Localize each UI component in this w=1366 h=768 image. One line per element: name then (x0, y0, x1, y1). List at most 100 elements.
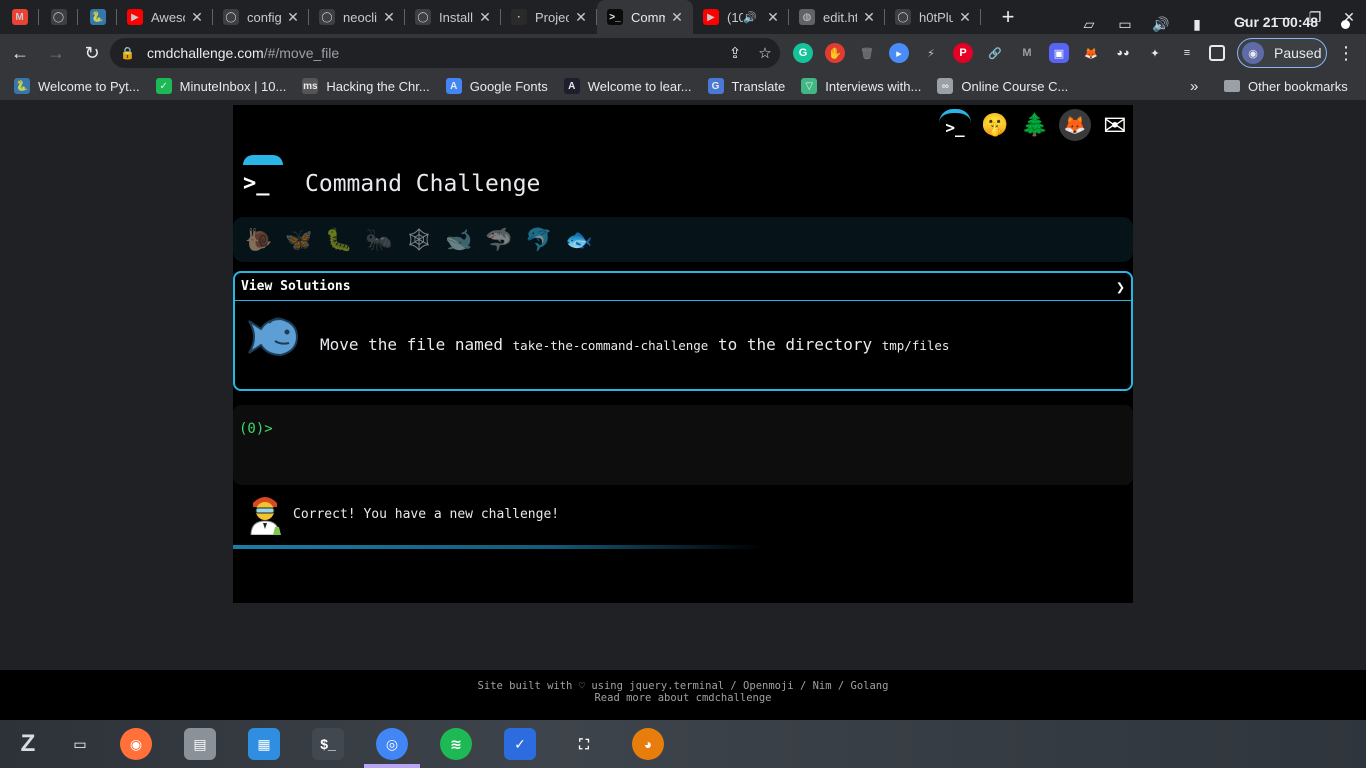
spotify-icon[interactable]: ≋ (440, 728, 472, 760)
browser-tab[interactable]: ◯ Install c✕ (405, 0, 501, 34)
bookmark-item[interactable]: ✓ MinuteInbox | 10... (148, 72, 295, 100)
adblock-icon[interactable]: ✋ (825, 43, 845, 63)
gmail-ext-icon[interactable]: M (1017, 43, 1037, 63)
bookmark-item[interactable]: ∞ Online Course C... (929, 72, 1076, 100)
level-whale-icon[interactable]: 🐋 (439, 220, 479, 260)
os-taskbar: Z ▭ ◉ ▤ ▦ $_ ◎ ≋ ✓ ⛶ ◕ (0, 720, 1366, 768)
video-ext-icon[interactable]: ▣ (1049, 43, 1069, 63)
firefox-icon[interactable]: ◉ (120, 728, 152, 760)
other-bookmarks-folder[interactable]: Other bookmarks (1224, 72, 1348, 100)
url-text[interactable]: cmdchallenge.com/#/move_file (147, 45, 720, 61)
terminal[interactable]: (0)> (233, 405, 1133, 485)
browser-tab[interactable]: ◍ edit.htm✕ (789, 0, 885, 34)
level-butterfly-icon[interactable]: 🦋 (279, 220, 319, 260)
kebab-menu-icon[interactable]: ⋮ (1336, 40, 1356, 66)
trash-icon[interactable]: 🗑 (857, 43, 877, 63)
screenshot-icon[interactable]: ⛶ (568, 728, 600, 760)
level-selector: 🐌 🦋 🐛 🐜 🕸 🐋 🦈 🐬 🐟 (233, 217, 1133, 262)
header-icons: >_ 🤫 🌲 🦊 ✉ (939, 109, 1131, 141)
bookmarks-overflow-button[interactable]: » (1190, 72, 1198, 100)
close-window-button[interactable]: ✕ (1332, 0, 1366, 34)
zorin-menu-icon[interactable]: Z (12, 728, 44, 760)
close-tab-icon[interactable]: ✕ (765, 9, 781, 26)
clipboard-icon[interactable]: ▱ (1075, 16, 1103, 33)
browser-tab[interactable]: ◯ (39, 0, 78, 34)
close-tab-icon[interactable]: ✕ (285, 9, 301, 26)
new-tab-button[interactable]: + (993, 2, 1023, 32)
view-solutions-toggle[interactable]: View Solutions ❯ (235, 273, 1131, 301)
bookmark-item[interactable]: G Translate (700, 72, 794, 100)
tree-icon[interactable]: 🌲 (1019, 109, 1051, 141)
battery-icon[interactable]: ▮ (1183, 16, 1211, 33)
reload-button[interactable]: ↻ (76, 37, 108, 69)
close-tab-icon[interactable]: ✕ (477, 9, 493, 26)
blender-icon[interactable]: ◕ (632, 728, 664, 760)
level-web-icon[interactable]: 🕸 (399, 220, 439, 260)
logo-prompt: >_ (243, 171, 270, 196)
browser-tab[interactable]: ▶ Awesom✕ (117, 0, 213, 34)
gitlab-icon[interactable]: 🦊 (1059, 109, 1091, 141)
close-tab-icon[interactable]: ✕ (957, 9, 973, 26)
level-caterpillar-icon[interactable]: 🐛 (319, 220, 359, 260)
level-ant-icon[interactable]: 🐜 (359, 220, 399, 260)
files-icon[interactable]: ▤ (184, 728, 216, 760)
browser-tab[interactable]: ◯ h0tPlug✕ (885, 0, 981, 34)
browser-tab[interactable]: 🐍 (78, 0, 117, 34)
close-tab-icon[interactable]: ✕ (189, 9, 205, 26)
challenge-target-dir: tmp/files (881, 338, 950, 353)
browser-tab[interactable]: ▶ (101🔊 ✕ (693, 0, 789, 34)
shushing-face-icon[interactable]: 🤫 (979, 109, 1011, 141)
github-icon: ◯ (415, 9, 431, 25)
arrow-right-icon: → (47, 42, 65, 63)
terminal-icon[interactable]: $_ (312, 728, 344, 760)
share-icon[interactable]: ⇪ (720, 44, 750, 62)
profile-button[interactable]: ◉ Paused (1237, 38, 1327, 68)
level-snail-icon[interactable]: 🐌 (239, 220, 279, 260)
volume-icon[interactable]: 🔊 (1147, 16, 1175, 33)
browser-tab[interactable]: >_ Comma✕ (597, 0, 693, 34)
tab-title: h0tPlug (919, 9, 953, 25)
mail-icon[interactable]: ✉ (1099, 109, 1131, 141)
tab-title: edit.htm (823, 9, 857, 25)
speaker-icon[interactable]: 🔊 (743, 11, 757, 24)
footer-about-link[interactable]: Read more about cmdchallenge (0, 692, 1366, 704)
back-button[interactable]: ← (4, 37, 36, 69)
close-tab-icon[interactable]: ✕ (861, 9, 877, 26)
grammarly-icon[interactable]: G (793, 43, 813, 63)
forward-button[interactable]: → (40, 37, 72, 69)
bookmark-item[interactable]: 🐍 Welcome to Pyt... (6, 72, 148, 100)
fish-icon (248, 317, 299, 357)
notification-dot[interactable] (1341, 20, 1350, 29)
globe-icon: ◍ (799, 9, 815, 25)
player-icon[interactable]: ▸ (889, 43, 909, 63)
browser-tab[interactable]: · Project:✕ (501, 0, 597, 34)
clock[interactable]: Gur 21 00:48 (1234, 14, 1318, 30)
close-tab-icon[interactable]: ✕ (573, 9, 589, 26)
lock-icon: 🔒 (120, 46, 135, 60)
feedback-area: Correct! You have a new challenge! (233, 491, 1133, 541)
address-bar[interactable]: 🔒 cmdchallenge.com/#/move_file ⇪ ☆ (110, 38, 780, 68)
chrome-icon[interactable]: ◎ (376, 728, 408, 760)
pinterest-icon[interactable]: P (953, 43, 973, 63)
level-shark-icon[interactable]: 🦈 (479, 220, 519, 260)
link-icon[interactable]: 🔗 (985, 43, 1005, 63)
browser-tab[interactable]: ◯ neoclide✕ (309, 0, 405, 34)
software-icon[interactable]: ▦ (248, 728, 280, 760)
tasks-icon[interactable]: ✓ (504, 728, 536, 760)
bookmark-item[interactable]: A Welcome to lear... (556, 72, 700, 100)
bookmark-item[interactable]: A Google Fonts (438, 72, 556, 100)
browser-tab[interactable]: M (0, 0, 39, 34)
url-host: cmdchallenge.com (146, 45, 264, 61)
bookmark-item[interactable]: ▽ Interviews with... (793, 72, 929, 100)
bookmark-item[interactable]: ms Hacking the Chr... (294, 72, 437, 100)
workspaces-icon[interactable]: ▭ (64, 728, 96, 760)
close-tab-icon[interactable]: ✕ (669, 9, 685, 26)
cmdchallenge-icon[interactable]: >_ (939, 109, 971, 141)
level-dolphin-icon[interactable]: 🐬 (519, 220, 559, 260)
level-fish-icon[interactable]: 🐟 (559, 220, 599, 260)
lightning-icon[interactable]: ⚡ (921, 43, 941, 63)
browser-tab[interactable]: ◯ config-f✕ (213, 0, 309, 34)
display-icon[interactable]: ▭ (1111, 16, 1139, 33)
close-tab-icon[interactable]: ✕ (381, 9, 397, 26)
bookmark-star-icon[interactable]: ☆ (750, 44, 780, 62)
